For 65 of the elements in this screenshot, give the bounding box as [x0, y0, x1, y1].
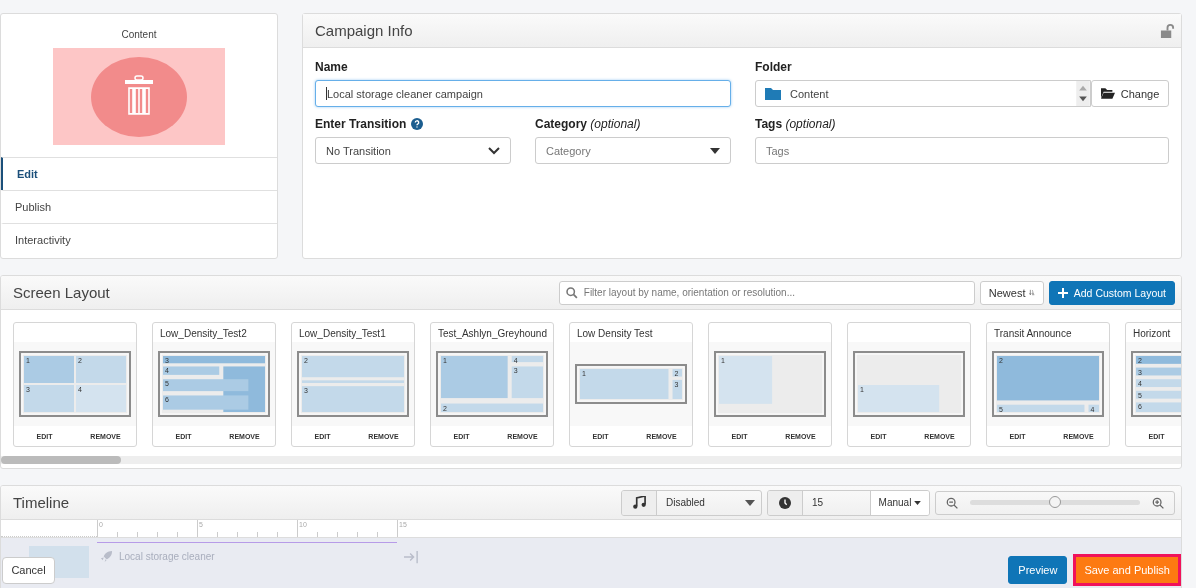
- plus-icon: [1057, 287, 1068, 298]
- scrollbar-thumb[interactable]: [1, 456, 121, 464]
- field-label: Tags (optional): [755, 117, 837, 131]
- chevron-down-icon: [488, 146, 500, 155]
- layout-title: Transit Announce: [994, 328, 1072, 339]
- layout-zone: [1088, 404, 1099, 412]
- name-field[interactable]: Local storage cleaner campaign: [315, 80, 731, 107]
- search-field[interactable]: Filter layout by name, orientation or resolution...: [558, 280, 975, 305]
- layout-zone: [24, 385, 74, 412]
- layout-zone: [672, 369, 682, 377]
- layout-zone: [1136, 390, 1181, 399]
- field-label: Folder: [755, 60, 793, 74]
- layout-zone: [1136, 367, 1181, 376]
- field-label: Name: [315, 60, 349, 74]
- caret-icon: [710, 147, 720, 154]
- slider-thumb[interactable]: [1049, 496, 1061, 508]
- layout-title: Low_Density_Test1: [299, 328, 386, 339]
- category-select[interactable]: Category: [535, 137, 731, 164]
- caret-icon: [914, 500, 922, 505]
- search-icon: [565, 286, 578, 299]
- folder-field[interactable]: Content: [755, 80, 1091, 107]
- sort-button[interactable]: Newest: [979, 280, 1044, 305]
- layout-zone: [441, 356, 508, 399]
- unlock-icon[interactable]: [1160, 23, 1175, 38]
- layout-title: Low Density Test: [577, 328, 653, 339]
- rocket-icon: [100, 550, 113, 563]
- folder-icon: [765, 87, 781, 100]
- layout-zone: [719, 356, 773, 404]
- layout-zone: [76, 385, 126, 412]
- panel-title: Campaign Info: [315, 22, 414, 39]
- spinner-arrows-icon[interactable]: [1076, 81, 1090, 106]
- end-marker-icon: [403, 550, 419, 564]
- zoom-in-icon[interactable]: [1152, 496, 1164, 509]
- layout-zone: [24, 356, 74, 383]
- field-label: Category (optional): [535, 117, 642, 131]
- layout-zone: [163, 366, 220, 375]
- transition-select[interactable]: No Transition: [315, 137, 511, 164]
- layout-zone: [672, 379, 682, 399]
- open-folder-icon: [1100, 88, 1115, 99]
- zoom-out-icon[interactable]: [946, 496, 958, 509]
- sidebar-tab[interactable]: Interactivity: [1, 223, 277, 256]
- tags-field[interactable]: Tags: [755, 137, 1169, 164]
- sidebar-tab[interactable]: Edit: [1, 157, 277, 190]
- sort-icon: [1029, 287, 1035, 298]
- layout-title: Horizont: [1133, 328, 1171, 339]
- panel-title: Screen Layout: [13, 284, 111, 301]
- layout-zone: [511, 356, 543, 363]
- trash-icon: [91, 56, 187, 137]
- field-label: Enter Transition: [315, 117, 407, 131]
- content-label: Content: [120, 28, 158, 42]
- layout-title: Test_Ashlyn_Greyhound: [438, 328, 547, 339]
- sidebar-tab[interactable]: Publish: [1, 190, 277, 223]
- change-button[interactable]: Change: [1091, 80, 1169, 107]
- mode-dropdown[interactable]: Manual: [871, 490, 929, 515]
- preview-button[interactable]: Preview: [1008, 556, 1068, 584]
- layout-zone: [1136, 402, 1181, 412]
- layout-zone: [76, 356, 126, 383]
- layout-zone: [1136, 356, 1181, 364]
- add-layout-button[interactable]: Add Custom Layout: [1048, 280, 1175, 305]
- help-icon[interactable]: [411, 118, 424, 130]
- layout-zone: [1136, 379, 1181, 388]
- layout-zone: [511, 366, 543, 399]
- cancel-button[interactable]: Cancel: [2, 556, 55, 584]
- layout-title: Low_Density_Test2: [160, 328, 247, 339]
- panel-title: Timeline: [13, 494, 71, 511]
